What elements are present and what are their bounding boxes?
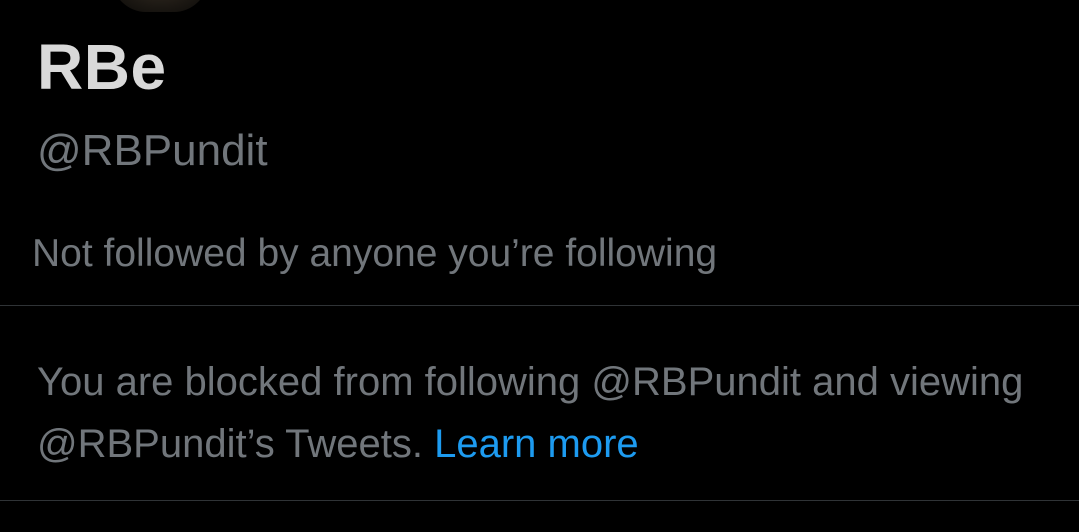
blocked-notice: You are blocked from following @RBPundit… <box>37 351 1047 475</box>
followed-by-text: Not followed by anyone you’re following <box>32 232 718 275</box>
user-handle: @RBPundit <box>37 126 268 175</box>
learn-more-link[interactable]: Learn more <box>434 422 639 466</box>
display-name: RBe <box>37 31 167 103</box>
divider <box>0 500 1079 501</box>
divider <box>0 305 1079 306</box>
profile-avatar[interactable] <box>112 0 208 12</box>
